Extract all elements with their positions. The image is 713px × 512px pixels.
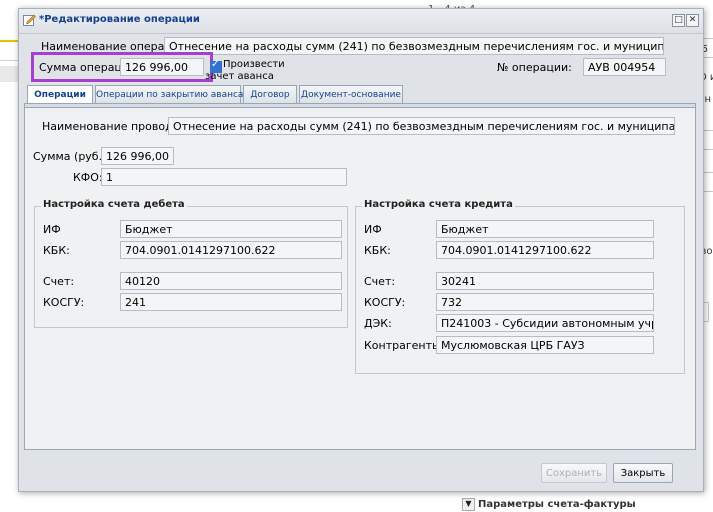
debit-kbk-field[interactable]: 704.0901.0141297100.622 <box>120 241 342 259</box>
debit-settings-group: Настройка счета дебета ИФ Бюджет КБК: 70… <box>34 199 348 328</box>
credit-kosgu-label: КОСГУ: <box>364 296 406 309</box>
debit-settings-title: Настройка счета дебета <box>41 199 187 210</box>
operation-name-field[interactable]: Отнесение на расходы сумм (241) по безво… <box>164 37 664 55</box>
maximize-icon[interactable]: □ <box>672 14 685 27</box>
credit-dek-label: ДЭК: <box>364 317 392 330</box>
highlight-box <box>31 52 213 82</box>
credit-kosgu-field[interactable]: 732 <box>436 293 654 311</box>
credit-kbk-label: КБК: <box>364 244 391 257</box>
debit-account-label: Счет: <box>43 275 75 288</box>
bg-divider <box>0 60 18 61</box>
tab-operations[interactable]: Операции <box>27 85 93 104</box>
kfo-label: КФО: <box>73 171 103 184</box>
amount-rub-label: Сумма (руб.): <box>33 150 111 163</box>
tab-base-document[interactable]: Документ-основание <box>299 85 403 103</box>
amount-rub-field[interactable]: 126 996,00 <box>101 147 174 165</box>
operation-number-label: № операции: <box>497 61 572 74</box>
dialog-titlebar[interactable]: *Редактирование операции □ ✕ <box>19 9 703 34</box>
collapse-toggle-icon[interactable]: ▼ <box>462 498 475 511</box>
posting-name-field[interactable]: Отнесение на расходы сумм (241) по безво… <box>168 117 675 135</box>
credit-if-label: ИФ <box>364 223 382 236</box>
credit-account-field[interactable]: 30241 <box>436 272 654 290</box>
credit-contractors-field[interactable]: Муслюмовская ЦРБ ГАУЗ <box>436 336 654 354</box>
credit-contractors-label: Контрагенты: <box>364 339 445 352</box>
advance-offset-label-1: Произвести <box>223 59 285 70</box>
debit-account-field[interactable]: 40120 <box>120 272 342 290</box>
bg-row <box>0 66 18 82</box>
credit-kbk-field[interactable]: 704.0901.0141297100.622 <box>436 241 654 259</box>
operations-tab-panel: Наименование проводки: Отнесение на расх… <box>24 108 696 450</box>
section-header-invoice-params: Параметры счета-фактуры <box>478 499 636 510</box>
credit-if-field[interactable]: Бюджет <box>436 220 654 238</box>
kfo-field[interactable]: 1 <box>101 168 347 186</box>
tab-advance-closing[interactable]: Операции по закрытию аванса <box>95 85 243 103</box>
close-button[interactable]: Закрыть <box>613 463 673 483</box>
credit-settings-group: Настройка счета кредита ИФ Бюджет КБК: 7… <box>355 199 685 374</box>
edit-document-icon <box>23 14 36 26</box>
debit-kosgu-label: КОСГУ: <box>43 296 85 309</box>
debit-kbk-label: КБК: <box>43 244 70 257</box>
credit-settings-title: Настройка счета кредита <box>362 199 515 210</box>
close-icon[interactable]: ✕ <box>686 14 699 27</box>
debit-if-label: ИФ <box>43 223 61 236</box>
dialog-footer: Сохранить Закрыть <box>19 455 703 491</box>
edit-operation-dialog: *Редактирование операции □ ✕ Наименовани… <box>18 8 704 492</box>
tab-contract[interactable]: Договор <box>243 85 297 103</box>
debit-if-field[interactable]: Бюджет <box>120 220 342 238</box>
dialog-title: *Редактирование операции <box>39 14 200 25</box>
operation-number-field[interactable]: АУВ 004954 <box>583 58 666 76</box>
credit-account-label: Счет: <box>364 275 396 288</box>
credit-dek-field[interactable]: П241003 - Субсидии автономным учреждения… <box>436 314 654 332</box>
save-button[interactable]: Сохранить <box>541 463 607 483</box>
debit-kosgu-field[interactable]: 241 <box>120 293 342 311</box>
bg-accent-line <box>0 40 18 42</box>
advance-offset-label-2: зачет аванса <box>205 71 274 82</box>
